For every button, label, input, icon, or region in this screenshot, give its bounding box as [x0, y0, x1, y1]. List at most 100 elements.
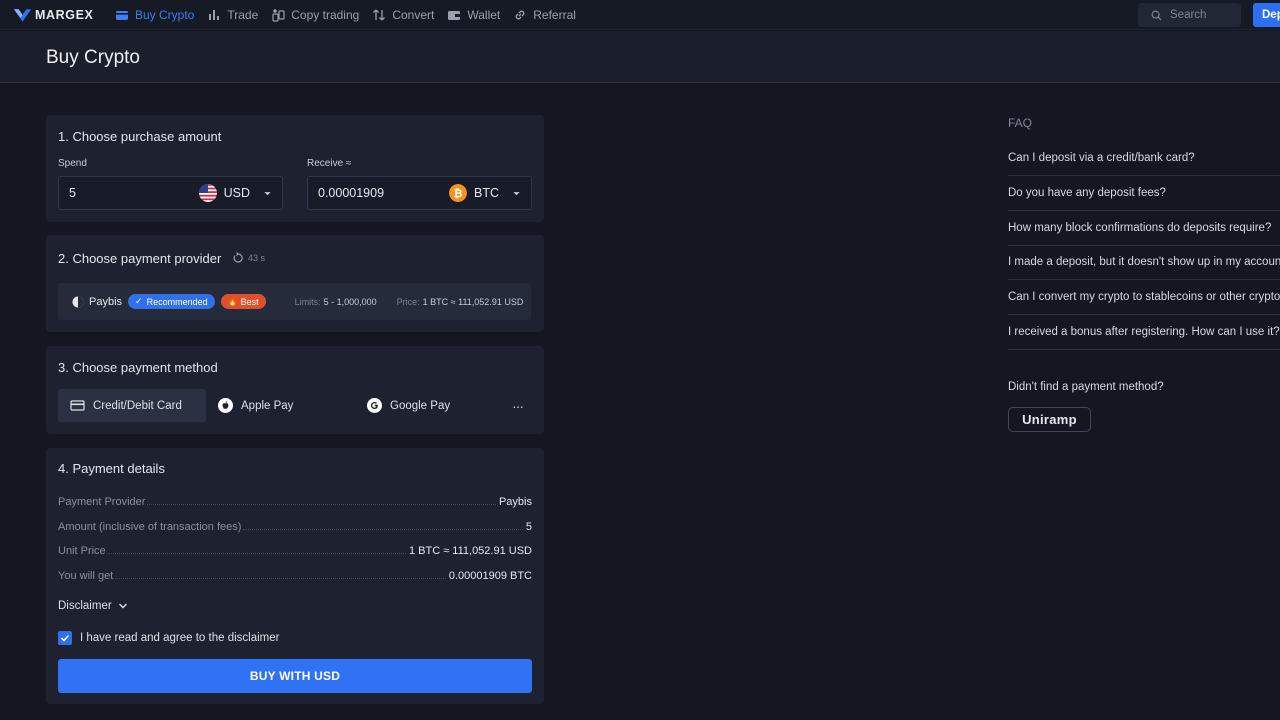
- detail-row-unit-price: Unit Price 1 BTC ≈ 111,052.91 USD: [58, 543, 532, 557]
- page-title: Buy Crypto: [46, 47, 140, 68]
- no-method-text: Didn't find a payment method?: [1008, 381, 1164, 393]
- dotted-leader: [115, 578, 446, 579]
- google-icon: [367, 398, 382, 413]
- margex-logo-icon: [13, 8, 32, 22]
- receive-currency-select[interactable]: ₿ BTC: [449, 184, 521, 202]
- faq-item[interactable]: Can I convert my crypto to stablecoins o…: [1008, 280, 1280, 315]
- faq-item[interactable]: I received a bonus after registering. Ho…: [1008, 315, 1280, 350]
- agree-checkbox[interactable]: [58, 631, 72, 645]
- disclaimer-label: Disclaimer: [58, 600, 112, 612]
- nav-referral[interactable]: Referral: [513, 0, 576, 30]
- method-label: Credit/Debit Card: [93, 399, 182, 412]
- uniramp-button[interactable]: Uniramp: [1008, 407, 1091, 432]
- search-placeholder: Search: [1170, 9, 1207, 21]
- spend-amount-input[interactable]: 5: [69, 186, 199, 200]
- disclaimer-toggle[interactable]: Disclaimer: [58, 600, 128, 612]
- nav-copy-trading[interactable]: Copy trading: [271, 0, 359, 30]
- page-header: Buy Crypto: [0, 31, 1280, 83]
- deposit-button[interactable]: Dep: [1253, 3, 1280, 27]
- chevron-down-icon: [513, 191, 520, 195]
- price-label: Price:: [396, 296, 420, 307]
- nav-label: Copy trading: [291, 7, 360, 22]
- spend-currency-select[interactable]: USD: [198, 184, 272, 202]
- nav-label: Referral: [533, 7, 576, 22]
- detail-value: Paybis: [498, 496, 532, 508]
- search-input[interactable]: Search: [1138, 3, 1241, 27]
- bar-chart-icon: [209, 9, 220, 20]
- method-credit-debit-card[interactable]: Credit/Debit Card: [58, 389, 206, 422]
- refresh-icon: [233, 252, 243, 263]
- spend-field[interactable]: 5 USD: [58, 176, 283, 210]
- card-icon: [70, 400, 85, 411]
- step-4-title: 4. Payment details: [58, 461, 165, 476]
- detail-label: Amount (inclusive of transaction fees): [58, 521, 242, 533]
- dotted-leader: [107, 553, 406, 554]
- nav-trade[interactable]: Trade: [207, 0, 258, 30]
- step-2-title: 2. Choose payment provider: [58, 251, 222, 266]
- brand-name: MARGEX: [35, 7, 94, 22]
- spend-currency-code: USD: [223, 186, 250, 200]
- purchase-amount-card: 1. Choose purchase amount Spend 5 USD Re…: [46, 115, 544, 222]
- agree-label: I have read and agree to the disclaimer: [80, 632, 280, 644]
- detail-row-provider: Payment Provider Paybis: [58, 494, 532, 508]
- convert-icon: [373, 9, 386, 20]
- payment-provider-card: 2. Choose payment provider 43 s Paybis ✓…: [46, 235, 544, 332]
- buy-button[interactable]: BUY WITH USD: [58, 659, 532, 693]
- link-icon: [515, 10, 525, 19]
- step-1-title: 1. Choose purchase amount: [58, 129, 222, 144]
- nav-wallet[interactable]: Wallet: [447, 0, 500, 30]
- top-navigation: MARGEX Buy Crypto Trade Copy trading Con…: [0, 0, 1280, 30]
- recommended-badge-label: Recommended: [146, 296, 208, 307]
- chevron-down-icon: [118, 603, 127, 609]
- detail-value: 1 BTC ≈ 111,052.91 USD: [408, 545, 532, 557]
- receive-field[interactable]: 0.00001909 ₿ BTC: [307, 176, 532, 210]
- payment-details-card: 4. Payment details Payment Provider Payb…: [46, 448, 544, 704]
- best-badge: 🔥 Best: [220, 294, 266, 309]
- apple-icon: [218, 398, 233, 413]
- spend-label: Spend: [58, 158, 87, 169]
- receive-label: Receive ≈: [307, 158, 352, 169]
- check-icon: [60, 634, 70, 642]
- check-icon: ✓: [135, 296, 143, 306]
- detail-value: 5: [525, 521, 532, 533]
- nav-label: Convert: [392, 7, 435, 22]
- faq-item[interactable]: Can I deposit via a credit/bank card?: [1008, 141, 1280, 176]
- logo[interactable]: MARGEX: [13, 7, 113, 23]
- faq-title: FAQ: [1008, 116, 1033, 130]
- method-apple-pay[interactable]: Apple Pay: [218, 389, 293, 422]
- wallet-icon: [448, 10, 461, 20]
- refresh-timer: 43 s: [232, 252, 265, 264]
- recommended-badge: ✓ Recommended: [128, 294, 215, 309]
- payment-method-card: 3. Choose payment method Credit/Debit Ca…: [46, 346, 544, 434]
- nav-label: Trade: [227, 7, 259, 22]
- faq-item[interactable]: How many block confirmations do deposits…: [1008, 211, 1280, 246]
- dotted-leader: [147, 504, 496, 505]
- method-label: Apple Pay: [241, 399, 294, 412]
- detail-value: 0.00001909 BTC: [448, 570, 532, 582]
- method-label: Google Pay: [390, 399, 451, 412]
- faq-item[interactable]: Do you have any deposit fees?: [1008, 176, 1280, 211]
- timer-value: 43 s: [248, 253, 266, 263]
- detail-label: Unit Price: [58, 545, 106, 557]
- more-methods-button[interactable]: ···: [512, 389, 524, 422]
- nav-convert[interactable]: Convert: [372, 0, 434, 30]
- bitcoin-icon: ₿: [449, 184, 467, 202]
- receive-amount-input[interactable]: 0.00001909: [318, 186, 449, 200]
- limits-value: 5 - 1,000,000: [323, 296, 377, 307]
- best-badge-label: Best: [240, 296, 259, 307]
- nav-label: Buy Crypto: [135, 7, 195, 22]
- copy-trading-icon: [272, 8, 285, 22]
- detail-row-amount: Amount (inclusive of transaction fees) 5: [58, 519, 532, 533]
- agree-checkbox-row[interactable]: I have read and agree to the disclaimer: [58, 631, 279, 645]
- method-google-pay[interactable]: Google Pay: [367, 389, 450, 422]
- detail-label: You will get: [58, 570, 114, 582]
- provider-option-paybis[interactable]: Paybis ✓ Recommended 🔥 Best Limits: 5 - …: [58, 283, 531, 320]
- svg-text:₿: ₿: [454, 187, 463, 200]
- nav-buy-crypto[interactable]: Buy Crypto: [115, 0, 194, 30]
- faq-item[interactable]: I made a deposit, but it doesn't show up…: [1008, 245, 1280, 280]
- main-nav: Buy Crypto Trade Copy trading Convert Wa…: [115, 0, 589, 30]
- search-icon: [1151, 10, 1162, 21]
- dotted-leader: [243, 529, 523, 530]
- card-icon: [116, 10, 128, 20]
- uniramp-logo: Uniramp: [1022, 412, 1077, 427]
